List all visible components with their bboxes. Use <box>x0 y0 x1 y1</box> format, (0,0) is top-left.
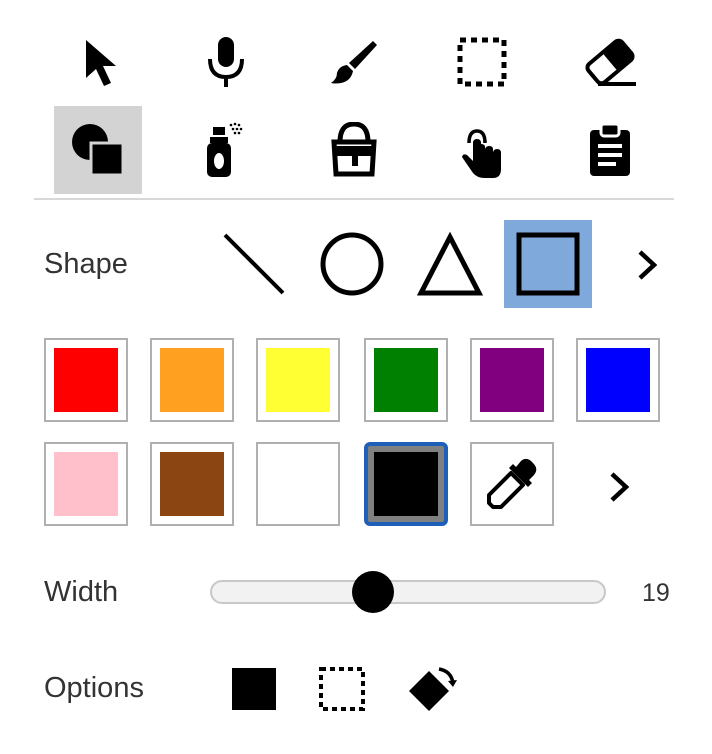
tool-spray[interactable] <box>182 106 270 194</box>
tool-voice[interactable] <box>182 18 270 106</box>
shape-circle-button[interactable] <box>308 220 396 308</box>
color-fill <box>374 348 438 412</box>
color-fill <box>266 452 330 516</box>
color-swatch-pink[interactable] <box>44 442 128 526</box>
microphone-icon <box>208 37 244 87</box>
color-picker-button[interactable] <box>470 442 554 526</box>
color-fill <box>480 348 544 412</box>
shapes-icon <box>72 124 125 177</box>
color-swatch-purple[interactable] <box>470 338 554 422</box>
tool-clipboard[interactable] <box>566 106 654 194</box>
color-fill <box>374 452 438 516</box>
color-swatch-green[interactable] <box>364 338 448 422</box>
width-label: Width <box>44 576 119 608</box>
width-value: 19 <box>642 579 670 607</box>
touch-hand-icon <box>462 129 501 178</box>
width-slider-track[interactable] <box>210 580 606 604</box>
shape-triangle-button[interactable] <box>406 220 494 308</box>
square-icon <box>516 232 580 296</box>
tool-brush[interactable] <box>310 18 398 106</box>
tool-shapes[interactable] <box>54 106 142 194</box>
color-fill <box>160 452 224 516</box>
chevron-right-icon <box>610 472 630 502</box>
eyedropper-icon <box>487 458 537 509</box>
color-fill <box>586 348 650 412</box>
options-label: Options <box>44 672 144 704</box>
colors-more-button[interactable] <box>604 470 634 509</box>
color-swatch-blue[interactable] <box>576 338 660 422</box>
dashed-square-icon <box>319 667 365 711</box>
paint-bucket-icon <box>331 122 377 177</box>
line-icon <box>223 233 285 295</box>
color-fill <box>266 348 330 412</box>
color-swatch-yellow[interactable] <box>256 338 340 422</box>
shape-line-button[interactable] <box>210 220 298 308</box>
color-swatch-brown[interactable] <box>150 442 234 526</box>
triangle-icon <box>416 231 484 296</box>
color-fill <box>54 348 118 412</box>
shape-label: Shape <box>44 248 128 280</box>
tool-rect-select[interactable] <box>438 18 526 106</box>
paintbrush-icon <box>331 41 377 84</box>
clipboard-icon <box>590 122 630 176</box>
filled-square-icon <box>232 668 276 710</box>
circle-icon <box>320 232 384 296</box>
tool-select[interactable] <box>56 18 144 106</box>
tool-fill[interactable] <box>310 106 398 194</box>
option-filled-button[interactable] <box>228 664 280 714</box>
option-outline-button[interactable] <box>316 664 368 714</box>
shape-square-button[interactable] <box>504 220 592 308</box>
shape-more-button[interactable] <box>632 248 662 287</box>
cursor-arrow-icon <box>86 40 116 86</box>
eraser-icon <box>585 38 636 86</box>
tool-touch[interactable] <box>438 106 526 194</box>
color-swatch-white[interactable] <box>256 442 340 526</box>
dashed-selection-icon <box>457 37 507 87</box>
color-swatch-orange[interactable] <box>150 338 234 422</box>
option-rotate-button[interactable] <box>404 662 460 716</box>
width-slider-thumb[interactable] <box>352 571 394 613</box>
color-fill <box>54 452 118 516</box>
section-divider <box>34 198 674 200</box>
color-swatch-red[interactable] <box>44 338 128 422</box>
spray-can-icon <box>207 122 243 177</box>
rotate-diamond-icon <box>409 667 457 711</box>
tool-eraser[interactable] <box>566 18 654 106</box>
color-fill <box>160 348 224 412</box>
color-swatch-black[interactable] <box>364 442 448 526</box>
chevron-right-icon <box>638 250 658 280</box>
